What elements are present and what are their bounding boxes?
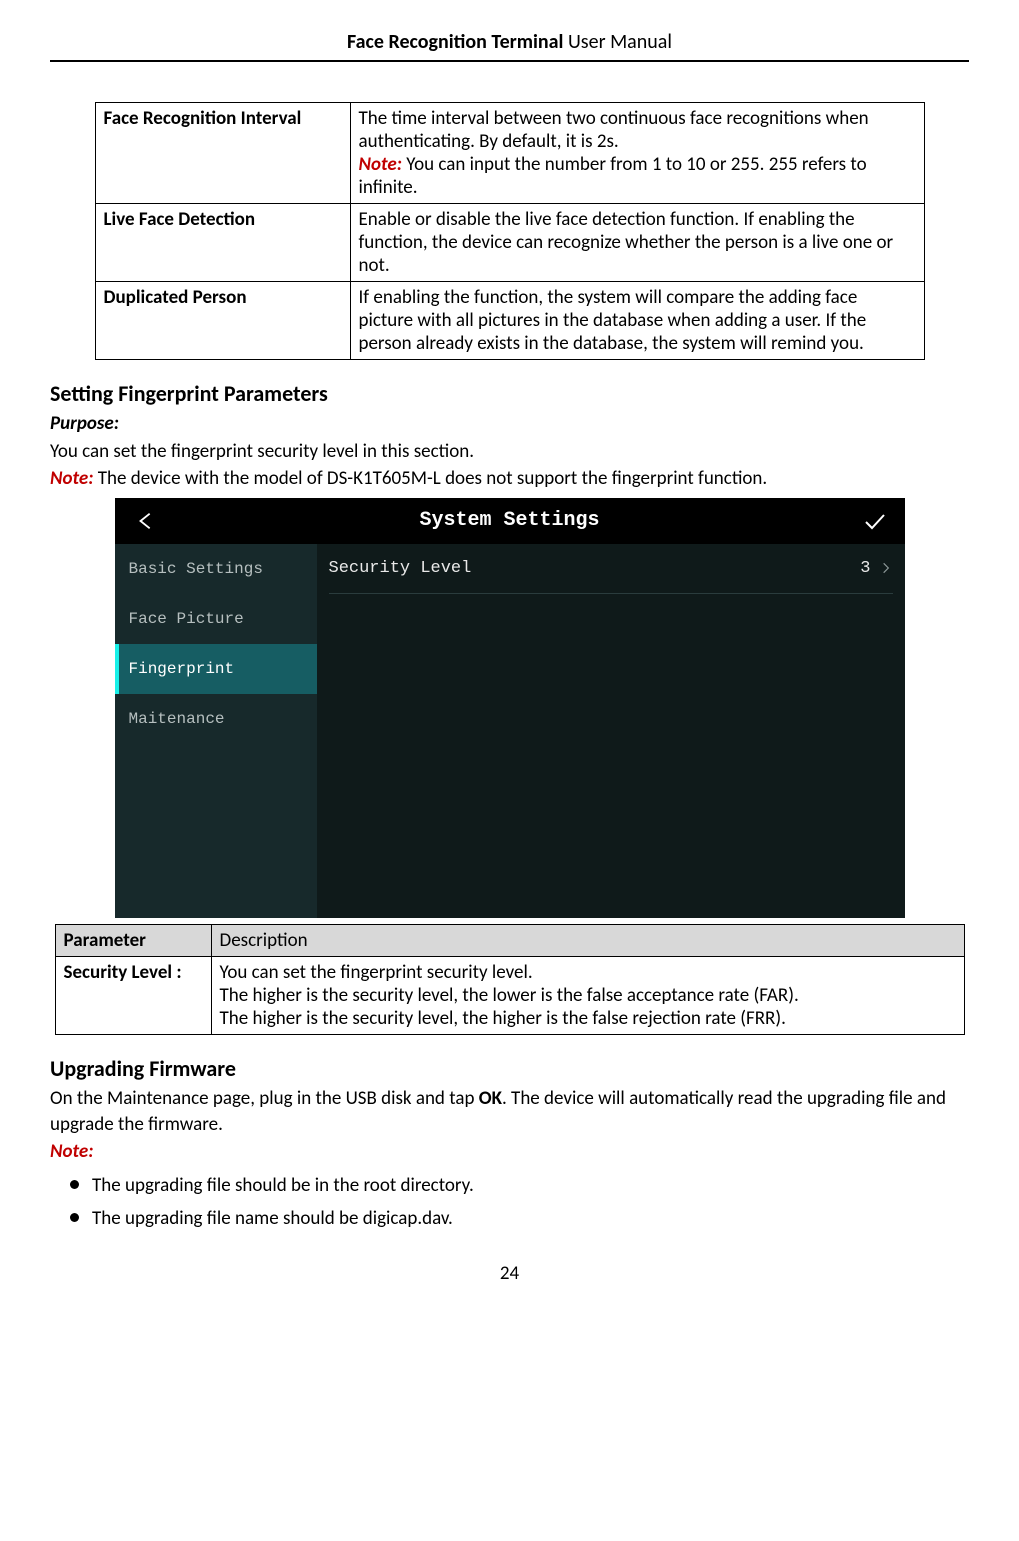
check-icon[interactable] [861, 508, 887, 534]
section-heading-fingerprint: Setting Fingerprint Parameters [50, 380, 969, 407]
table-row: Face Recognition Interval The time inter… [95, 103, 924, 204]
table-row: Security Level : You can set the fingerp… [55, 956, 964, 1034]
list-item: The upgrading file name should be digica… [70, 1206, 969, 1232]
sidebar-item-face-picture[interactable]: Face Picture [115, 594, 317, 644]
param-desc: Enable or disable the live face detectio… [350, 204, 924, 282]
purpose-text: You can set the fingerprint security lev… [50, 439, 969, 465]
param-desc: If enabling the function, the system wil… [350, 282, 924, 360]
note-label: Note: [50, 1140, 93, 1163]
list-item: The upgrading file should be in the root… [70, 1173, 969, 1199]
fingerprint-note: Note: The device with the model of DS-K1… [50, 466, 969, 492]
device-sidebar: Basic Settings Face Picture Fingerprint … [115, 544, 317, 918]
security-level-value: 3 [860, 559, 870, 578]
param-name: Live Face Detection [95, 204, 350, 282]
security-level-label: Security Level [329, 559, 472, 578]
chevron-right-icon [879, 561, 893, 575]
device-title: System Settings [419, 509, 599, 532]
sidebar-item-maintenance[interactable]: Maitenance [115, 694, 317, 744]
table-row: Duplicated Person If enabling the functi… [95, 282, 924, 360]
page-number: 24 [50, 1262, 969, 1285]
upgrading-notes-list: The upgrading file should be in the root… [70, 1173, 969, 1232]
sidebar-item-basic-settings[interactable]: Basic Settings [115, 544, 317, 594]
note-label: Note: [50, 467, 93, 490]
page-header: Face Recognition Terminal User Manual [50, 30, 969, 54]
param-name: Duplicated Person [95, 282, 350, 360]
doc-title-bold: Face Recognition Terminal [347, 30, 563, 54]
device-screenshot: System Settings Basic Settings Face Pict… [115, 498, 905, 918]
col-parameter: Parameter [55, 924, 211, 956]
back-arrow-icon[interactable] [133, 508, 159, 534]
device-main: Security Level 3 [317, 544, 905, 918]
device-titlebar: System Settings [115, 498, 905, 544]
parameters-table-2: Parameter Description Security Level : Y… [55, 924, 965, 1035]
upgrading-text: On the Maintenance page, plug in the USB… [50, 1086, 969, 1137]
section-heading-upgrading: Upgrading Firmware [50, 1055, 969, 1082]
header-rule [50, 60, 969, 62]
table-row: Live Face Detection Enable or disable th… [95, 204, 924, 282]
param-desc: The time interval between two continuous… [350, 103, 924, 204]
col-description: Description [211, 924, 964, 956]
doc-title-rest: User Manual [563, 30, 672, 54]
table-header-row: Parameter Description [55, 924, 964, 956]
security-level-row[interactable]: Security Level 3 [329, 544, 893, 594]
upgrading-note-label: Note: [50, 1139, 969, 1165]
purpose-label: Purpose: [50, 411, 969, 437]
parameters-table-1: Face Recognition Interval The time inter… [95, 102, 925, 360]
param-name: Face Recognition Interval [95, 103, 350, 204]
sidebar-item-fingerprint[interactable]: Fingerprint [115, 644, 317, 694]
note-label: Note: [359, 153, 402, 176]
param-name: Security Level : [55, 956, 211, 1034]
param-desc: You can set the fingerprint security lev… [211, 956, 964, 1034]
